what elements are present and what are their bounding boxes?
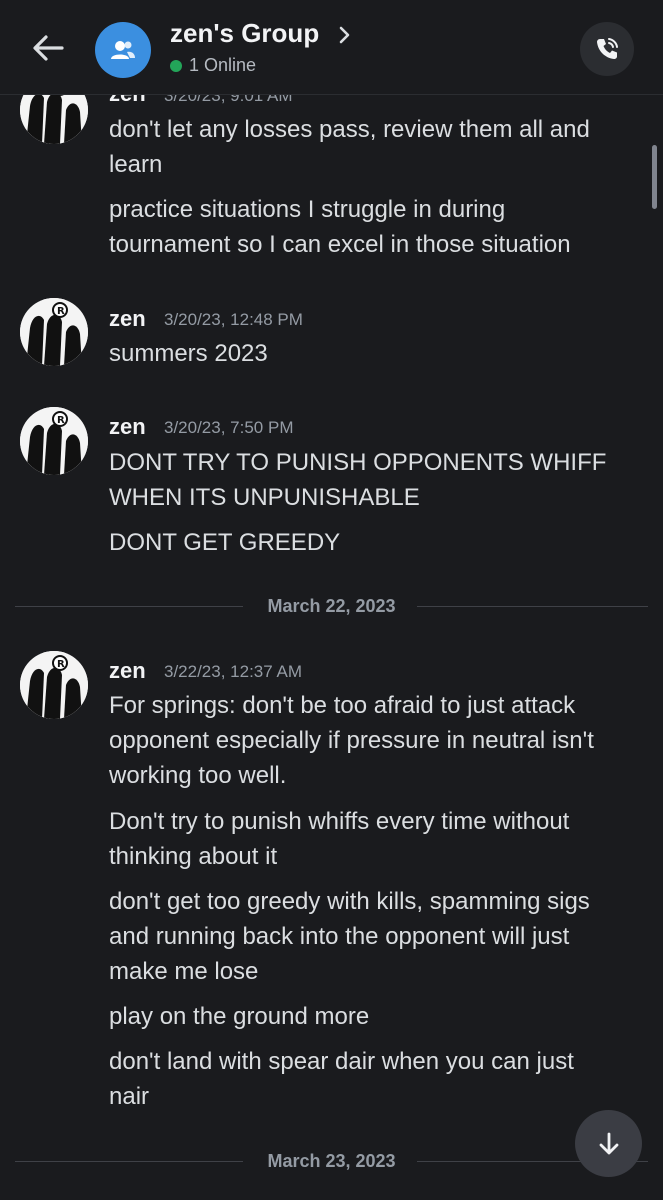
message-text: practice situations I struggle in during	[109, 196, 506, 223]
back-arrow-icon	[33, 35, 64, 61]
message-text: opponent especially if pressure in neutr…	[109, 727, 594, 754]
message-text: and running back into the opponent will …	[109, 923, 570, 950]
message-author[interactable]: zen	[109, 658, 146, 684]
message-list[interactable]: R zen 3/20/23, 9:01 AM don't let any los…	[0, 95, 663, 1200]
message-text: thinking about it	[109, 843, 278, 870]
message-text: don't land with spear dair when you can …	[109, 1048, 574, 1075]
group-avatar-icon	[111, 41, 135, 59]
message-text: WHEN ITS UNPUNISHABLE	[109, 484, 420, 511]
group-name[interactable]: zen's Group	[170, 18, 319, 49]
message-timestamp: 3/20/23, 7:50 PM	[164, 418, 294, 437]
message-author[interactable]: zen	[109, 95, 146, 107]
message-text: learn	[109, 151, 163, 178]
message-text: play on the ground more	[109, 1003, 370, 1030]
avatar[interactable]: R	[20, 298, 88, 366]
message-text: make me lose	[109, 958, 259, 985]
message-text: don't get too greedy with kills, spammin…	[109, 888, 590, 915]
message-text: DONT TRY TO PUNISH OPPONENTS WHIFF	[109, 449, 607, 476]
chat-header: zen's Group 1 Online	[0, 0, 663, 95]
call-button[interactable]	[580, 22, 634, 76]
message-timestamp: 3/20/23, 9:01 AM	[164, 95, 293, 105]
message-text: tournament so I can excel in those situa…	[109, 231, 571, 258]
message-text: DONT GET GREEDY	[109, 529, 341, 556]
avatar-image: R	[20, 95, 88, 144]
message-author[interactable]: zen	[109, 306, 146, 332]
date-divider-label: March 22, 2023	[267, 596, 396, 616]
chevron-right-icon[interactable]	[336, 24, 354, 46]
phone-call-icon	[597, 38, 618, 59]
jump-to-present-button[interactable]	[575, 1110, 642, 1177]
svg-text:R: R	[57, 415, 65, 426]
status-text: 1 Online	[189, 55, 257, 75]
svg-text:R: R	[57, 659, 65, 670]
svg-text:R: R	[57, 306, 65, 317]
scrollbar-thumb[interactable]	[652, 145, 657, 209]
message-text: Don't try to punish whiffs every time wi…	[109, 808, 570, 835]
avatar-image: R	[20, 298, 88, 366]
group-avatar[interactable]	[95, 22, 151, 78]
online-status: 1 Online	[170, 55, 256, 76]
date-divider: March 22, 2023	[15, 596, 648, 616]
date-divider-label: March 23, 2023	[267, 1151, 396, 1171]
online-indicator	[170, 59, 182, 72]
avatar[interactable]: R	[20, 95, 88, 144]
arrow-down-icon	[599, 1132, 618, 1154]
message-author[interactable]: zen	[109, 414, 146, 440]
back-button[interactable]	[28, 30, 68, 66]
avatar-image: R	[20, 651, 88, 719]
message-text: nair	[109, 1083, 150, 1110]
message-text: summers 2023	[109, 340, 268, 367]
message-text: For springs: don't be too afraid to just…	[109, 692, 576, 719]
avatar-image: R	[20, 407, 88, 475]
message-text: don't let any losses pass, review them a…	[109, 116, 590, 143]
avatar[interactable]: R	[20, 407, 88, 475]
date-divider: March 23, 2023	[15, 1151, 648, 1171]
message-timestamp: 3/22/23, 12:37 AM	[164, 662, 302, 681]
message-text: working too well.	[109, 762, 287, 789]
avatar[interactable]: R	[20, 651, 88, 719]
message-timestamp: 3/20/23, 12:48 PM	[164, 310, 303, 329]
